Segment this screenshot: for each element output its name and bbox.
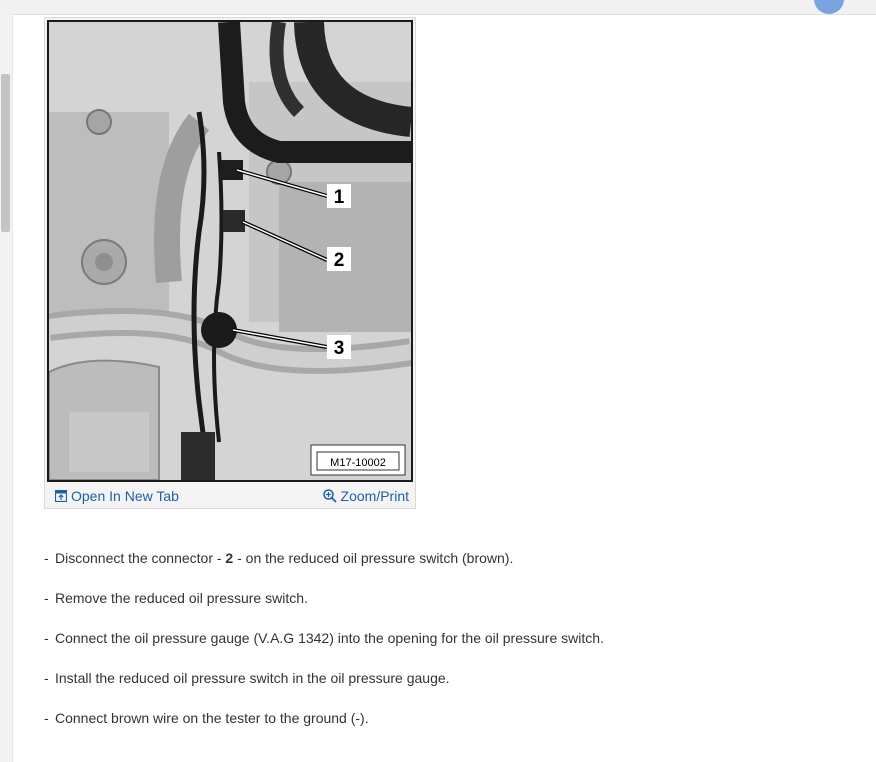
step-item: - Remove the reduced oil pressure switch. bbox=[44, 589, 844, 629]
engine-diagram: 1 2 3 M17-10002 bbox=[47, 20, 414, 482]
figure-links: Open In New Tab Zoom/Print bbox=[45, 483, 415, 508]
step-dash: - bbox=[44, 550, 49, 566]
bolt-top bbox=[86, 109, 112, 135]
vertical-scrollbar[interactable] bbox=[0, 14, 13, 762]
connector-3 bbox=[201, 312, 237, 348]
step-text-after: - on the reduced oil pressure switch (br… bbox=[233, 550, 514, 566]
step-text: Remove the reduced oil pressure switch. bbox=[55, 590, 308, 606]
step-item: - Connect brown wire on the tester to the… bbox=[44, 709, 844, 749]
step-dash: - bbox=[44, 590, 49, 606]
step-text: Install the reduced oil pressure switch … bbox=[55, 670, 450, 686]
step-item: - Disconnect the connector - 2 - on the r… bbox=[44, 549, 844, 589]
step-item: - Install the reduced oil pressure switch… bbox=[44, 669, 844, 709]
image-code: M17-10002 bbox=[330, 457, 386, 469]
step-text: Disconnect the connector - bbox=[55, 550, 226, 566]
open-in-new-tab-label: Open In New Tab bbox=[71, 488, 179, 504]
step-text: Connect brown wire on the tester to the … bbox=[55, 710, 369, 726]
figure-panel: 1 2 3 M17-10002 Open In New Tab Zoom/Pri… bbox=[44, 17, 416, 509]
plug-connector bbox=[181, 432, 215, 480]
scrollbar-thumb[interactable] bbox=[1, 74, 10, 232]
callout-2: 2 bbox=[334, 250, 345, 271]
step-dash: - bbox=[44, 670, 49, 686]
reduced-oil-pressure-switch-2 bbox=[223, 210, 245, 232]
step-dash: - bbox=[44, 630, 49, 646]
avatar[interactable] bbox=[814, 0, 844, 14]
step-text: Connect the oil pressure gauge (V.A.G 13… bbox=[55, 630, 604, 646]
callout-1: 1 bbox=[334, 187, 345, 208]
open-in-new-tab-link[interactable]: Open In New Tab bbox=[55, 488, 179, 504]
procedure-steps: - Disconnect the connector - 2 - on the r… bbox=[44, 549, 844, 749]
step-item: - Connect the oil pressure gauge (V.A.G 1… bbox=[44, 629, 844, 669]
bolt-center bbox=[95, 253, 113, 271]
zoom-print-label: Zoom/Print bbox=[340, 488, 409, 504]
engine-diagram-illustration: 1 2 3 M17-10002 bbox=[47, 20, 414, 481]
open-in-new-tab-icon bbox=[55, 490, 67, 502]
step-dash: - bbox=[44, 710, 49, 726]
callout-3: 3 bbox=[334, 338, 345, 359]
zoom-print-link[interactable]: Zoom/Print bbox=[322, 488, 409, 504]
oil-filter-body bbox=[69, 412, 149, 472]
browser-top-bar bbox=[0, 0, 876, 15]
zoom-icon bbox=[322, 489, 337, 503]
